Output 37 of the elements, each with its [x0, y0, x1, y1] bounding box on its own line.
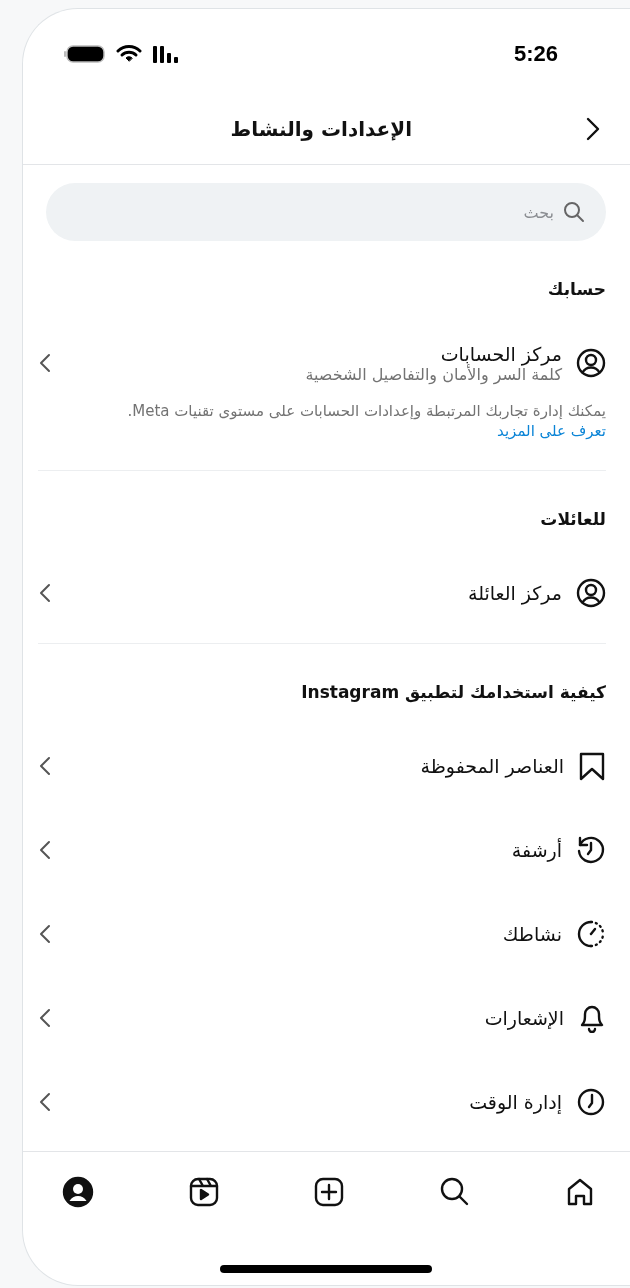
- row-label: نشاطك: [502, 922, 562, 945]
- section-heading: حسابك: [546, 278, 606, 301]
- search-icon: [562, 200, 586, 224]
- chevron-right-icon: [584, 115, 602, 142]
- section-heading: كيفية استخدامك لتطبيق Instagram: [300, 680, 606, 705]
- user-circle-icon: [576, 348, 606, 378]
- settings-row[interactable]: مركز العائلة: [38, 550, 606, 635]
- chevron-left-icon: [38, 754, 52, 777]
- section-heading: للعائلات: [539, 507, 606, 531]
- row-label: العناصر المحفوظة: [420, 754, 564, 777]
- search-field[interactable]: بحث: [46, 183, 606, 241]
- status-time: 5:26: [513, 41, 558, 67]
- chevron-left-icon: [38, 922, 52, 945]
- row-label: أرشفة: [511, 838, 562, 861]
- settings-row[interactable]: نشاطك: [38, 891, 606, 976]
- row-label: إدارة الوقت: [469, 1090, 562, 1113]
- page-title: الإعدادات والنشاط: [230, 116, 413, 141]
- chevron-left-icon: [38, 581, 52, 604]
- chevron-left-icon: [38, 1090, 52, 1113]
- settings-row[interactable]: الإشعارات: [38, 975, 606, 1060]
- chevron-left-icon: [38, 838, 52, 861]
- settings-row[interactable]: العناصر المحفوظة: [38, 723, 606, 808]
- history-icon: [576, 834, 606, 865]
- row-label: الإشعارات: [484, 1006, 564, 1029]
- bookmark-icon: [578, 750, 606, 781]
- settings-row[interactable]: أرشفة: [38, 807, 606, 892]
- battery-icon: [64, 44, 106, 64]
- learn-more-link[interactable]: تعرف على المزيد: [497, 422, 606, 441]
- settings-row[interactable]: إدارة الوقت: [38, 1059, 606, 1144]
- dashed-timer-icon: [576, 918, 606, 949]
- user-circle-icon: [576, 577, 606, 608]
- row-label: مركز الحسابات: [440, 342, 562, 365]
- clock-icon: [576, 1086, 606, 1117]
- chevron-left-icon: [38, 352, 52, 374]
- wifi-icon: [116, 44, 142, 64]
- chevron-left-icon: [38, 1006, 52, 1029]
- row-label: مركز العائلة: [467, 581, 562, 604]
